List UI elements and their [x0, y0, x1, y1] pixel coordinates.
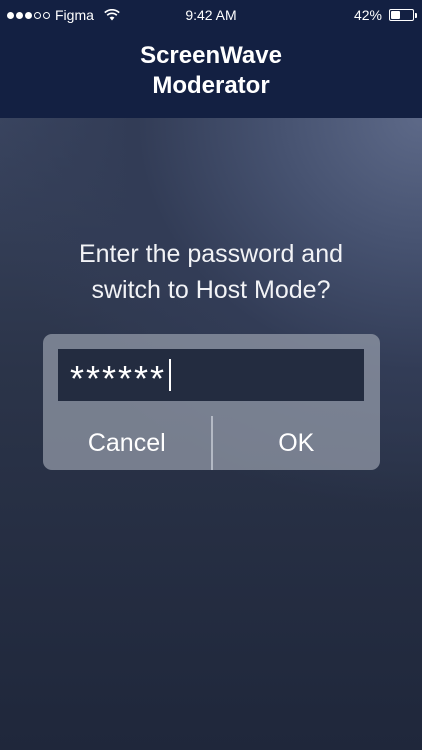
battery-nub: [415, 13, 417, 18]
battery-percent: 42%: [353, 7, 382, 23]
app-header: Figma 9:42 AM 42% ScreenWave Moderator: [0, 0, 422, 118]
prompt-line-1: Enter the password and: [78, 240, 344, 268]
password-value: ******: [70, 358, 167, 399]
status-bar: Figma 9:42 AM 42%: [0, 0, 422, 30]
ok-button[interactable]: OK: [213, 416, 381, 470]
status-right: 42%: [353, 0, 417, 30]
host-mode-prompt: Enter the password and switch to Host Mo…: [0, 236, 422, 308]
password-dialog: ****** Cancel OK: [43, 334, 380, 470]
battery-icon: [389, 9, 417, 21]
text-cursor: [169, 359, 172, 391]
app-title-line-2: Moderator: [152, 72, 270, 99]
main-content: Enter the password and switch to Host Mo…: [0, 118, 422, 750]
app-title: ScreenWave Moderator: [0, 41, 422, 101]
battery-level-fill: [391, 11, 400, 19]
app-title-line-1: ScreenWave: [140, 42, 282, 69]
prompt-line-2: switch to Host Mode?: [91, 276, 331, 304]
password-input[interactable]: ******: [58, 349, 364, 401]
cancel-button[interactable]: Cancel: [43, 416, 211, 470]
dialog-button-row: Cancel OK: [43, 416, 380, 470]
